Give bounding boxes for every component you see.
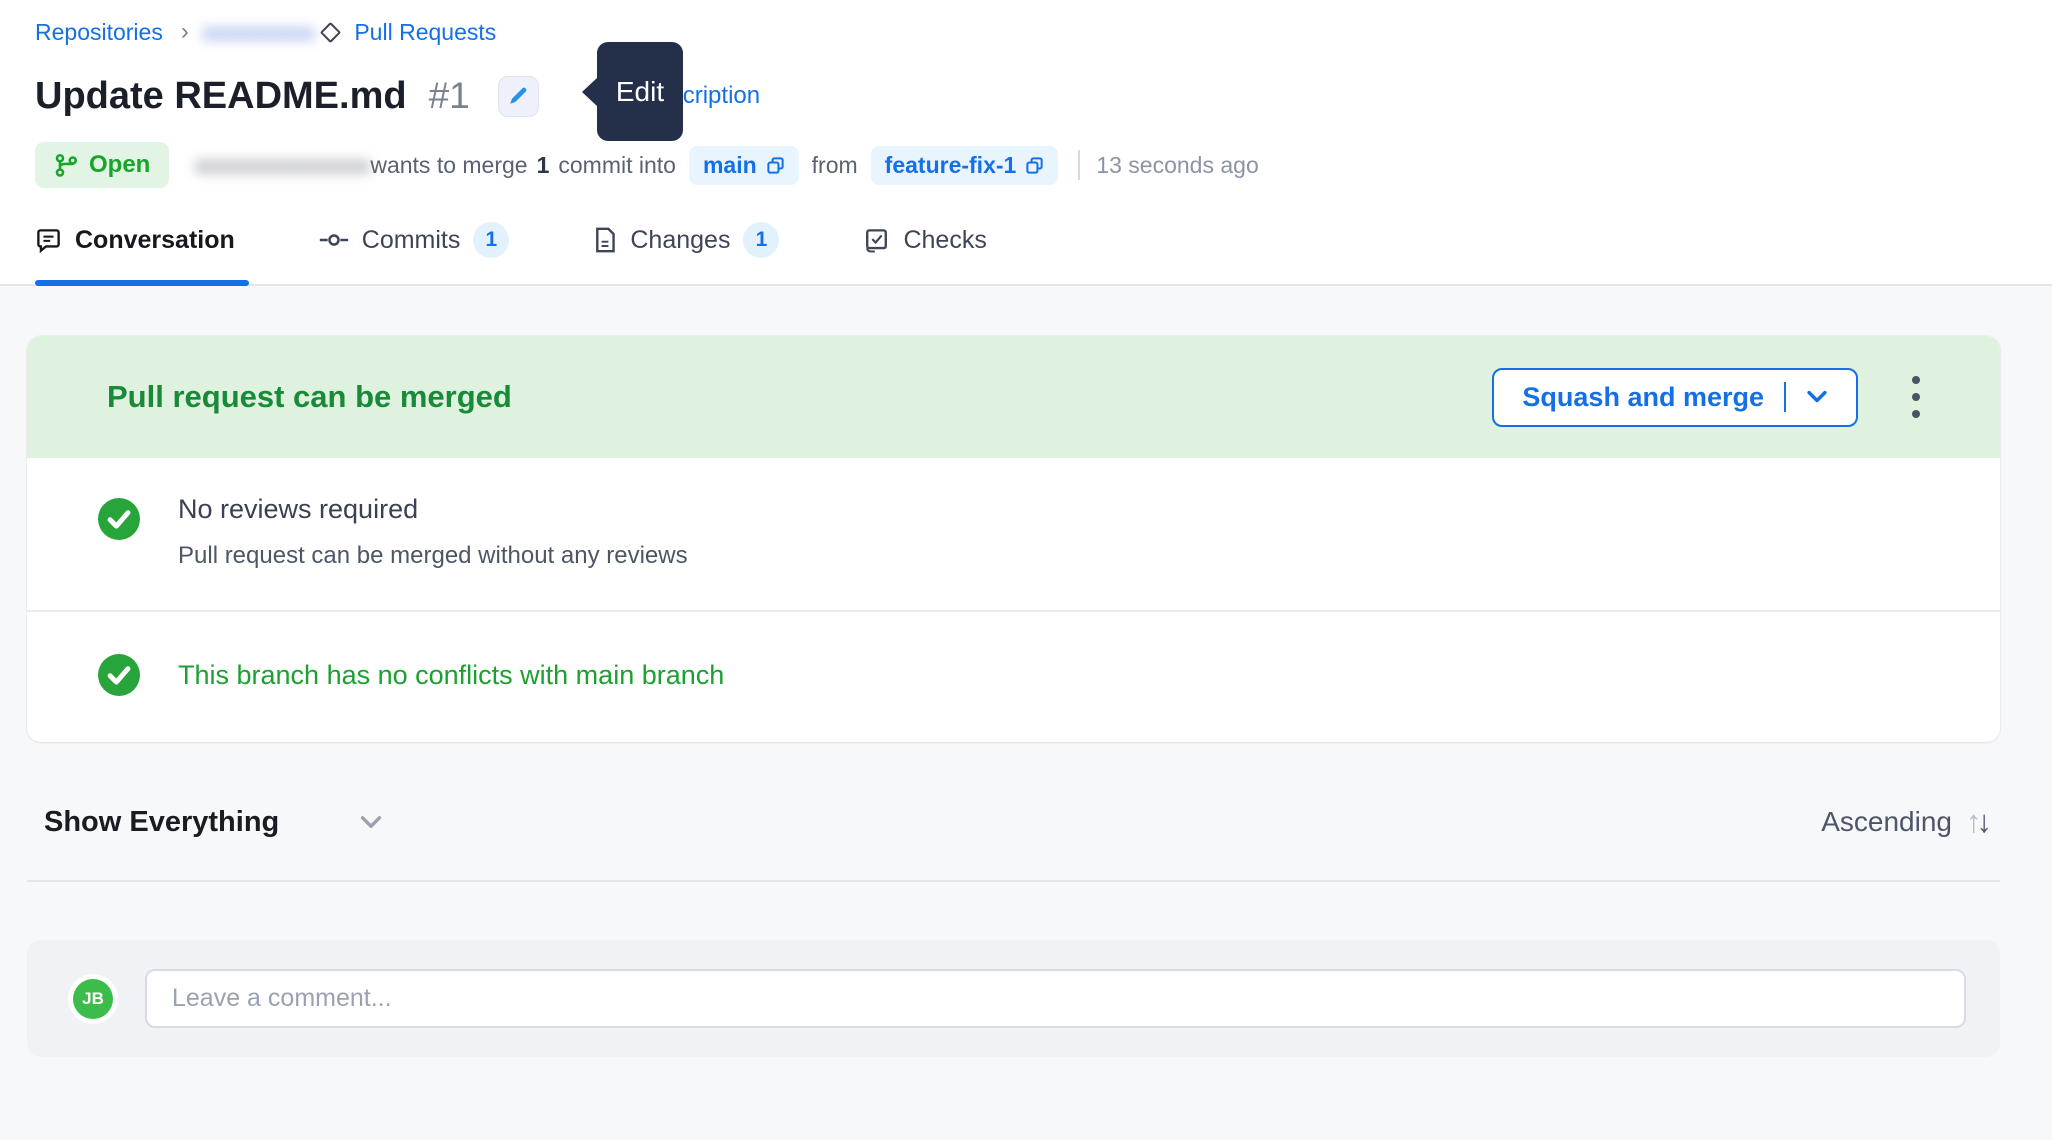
status-badge-label: Open (89, 151, 150, 179)
status-divider (1078, 150, 1080, 180)
pr-conversation-content: Pull request can be merged Squash and me… (0, 286, 2052, 1057)
pr-tabs: Conversation Commits 1 Changes 1 Checks (0, 222, 2052, 286)
check-title: This branch has no conflicts with main b… (178, 660, 724, 691)
copy-icon[interactable] (766, 156, 785, 175)
tab-changes[interactable]: Changes 1 (593, 222, 787, 284)
file-icon (593, 226, 617, 254)
commit-icon (319, 230, 349, 250)
created-time: 13 seconds ago (1096, 152, 1258, 179)
merge-sentence-part2: commit into (558, 152, 676, 179)
tab-commits[interactable]: Commits 1 (319, 222, 518, 284)
breadcrumb-repo-name-redacted[interactable]: xxxxxxxxx (203, 19, 316, 46)
commit-count: 1 (537, 152, 550, 179)
pr-title-row: Update README.md #1 scription Edit (35, 68, 2052, 124)
edit-title-button[interactable] (498, 76, 539, 117)
check-texts: This branch has no conflicts with main b… (178, 660, 724, 691)
timeline-divider (27, 880, 2000, 882)
tab-conversation-label: Conversation (75, 226, 235, 255)
breadcrumb-separator: › (181, 18, 189, 46)
merge-actions: Squash and merge (1492, 368, 1926, 427)
status-badge: Open (35, 142, 169, 188)
tab-changes-label: Changes (630, 226, 730, 255)
head-branch-name: feature-fix-1 (885, 152, 1017, 179)
edit-tooltip-label: Edit (616, 76, 664, 108)
page-header: Repositories › xxxxxxxxx Pull Requests U… (0, 0, 2052, 286)
chevron-down-icon (359, 815, 383, 830)
author-name-redacted[interactable]: xxxxxxxxxxxxxx (195, 152, 370, 179)
merge-status-card: Pull request can be merged Squash and me… (27, 336, 2000, 742)
squash-and-merge-button[interactable]: Squash and merge (1492, 368, 1858, 427)
merge-panel: Pull request can be merged Squash and me… (27, 336, 2000, 458)
edit-tooltip: Edit (597, 42, 683, 141)
merge-sentence: wants to merge 1 commit into main from f… (370, 146, 1062, 185)
check-texts: No reviews required Pull request can be … (178, 494, 688, 570)
merge-sentence-part1: wants to merge (370, 152, 527, 179)
check-title: No reviews required (178, 494, 688, 525)
checklist-icon (863, 227, 890, 254)
sort-label: Ascending (1821, 806, 1952, 838)
check-row-conflicts: This branch has no conflicts with main b… (27, 612, 2000, 742)
tab-checks[interactable]: Checks (863, 222, 994, 284)
copy-icon[interactable] (1025, 156, 1044, 175)
check-row-reviews: No reviews required Pull request can be … (27, 458, 2000, 612)
pencil-icon (507, 85, 529, 107)
pr-number: #1 (429, 75, 470, 117)
tab-commits-label: Commits (362, 226, 461, 255)
base-branch-name: main (703, 152, 757, 179)
squash-and-merge-label: Squash and merge (1522, 382, 1764, 413)
sort-arrow-down: ↓ (1977, 804, 1993, 839)
breadcrumb-repositories-link[interactable]: Repositories (35, 19, 163, 46)
check-circle-icon (98, 654, 140, 696)
breadcrumb: Repositories › xxxxxxxxx Pull Requests (35, 18, 2052, 46)
diamond-icon (320, 21, 341, 42)
edit-description-link-partial[interactable]: scription (671, 82, 760, 110)
sort-toggle[interactable]: Ascending ↑↓ (1821, 804, 1992, 840)
from-text: from (812, 152, 858, 179)
merge-button-divider (1784, 382, 1786, 412)
tab-checks-label: Checks (903, 226, 986, 255)
timeline-controls: Show Everything Ascending ↑↓ (44, 804, 1992, 840)
head-branch-badge[interactable]: feature-fix-1 (871, 146, 1059, 185)
pr-status-row: Open xxxxxxxxxxxxxx wants to merge 1 com… (35, 142, 2052, 188)
comment-panel: JB (27, 940, 2000, 1057)
base-branch-badge[interactable]: main (689, 146, 799, 185)
avatar: JB (73, 979, 113, 1019)
sort-arrows-icon: ↑↓ (1966, 804, 1992, 840)
chevron-down-icon[interactable] (1806, 390, 1828, 404)
speech-bubble-icon (35, 227, 62, 254)
comment-input[interactable] (145, 969, 1966, 1028)
check-subtitle: Pull request can be merged without any r… (178, 542, 688, 570)
tab-commits-count-badge: 1 (473, 222, 509, 258)
pull-request-icon (54, 153, 78, 177)
tab-changes-count-badge: 1 (743, 222, 779, 258)
breadcrumb-pull-requests-link[interactable]: Pull Requests (354, 19, 496, 46)
filter-dropdown[interactable]: Show Everything (44, 806, 383, 839)
filter-dropdown-label: Show Everything (44, 806, 279, 839)
kebab-menu-icon[interactable] (1906, 370, 1926, 424)
pr-title: Update README.md (35, 75, 407, 118)
check-circle-icon (98, 498, 140, 540)
tab-conversation[interactable]: Conversation (35, 222, 243, 284)
merge-panel-heading: Pull request can be merged (107, 379, 512, 415)
